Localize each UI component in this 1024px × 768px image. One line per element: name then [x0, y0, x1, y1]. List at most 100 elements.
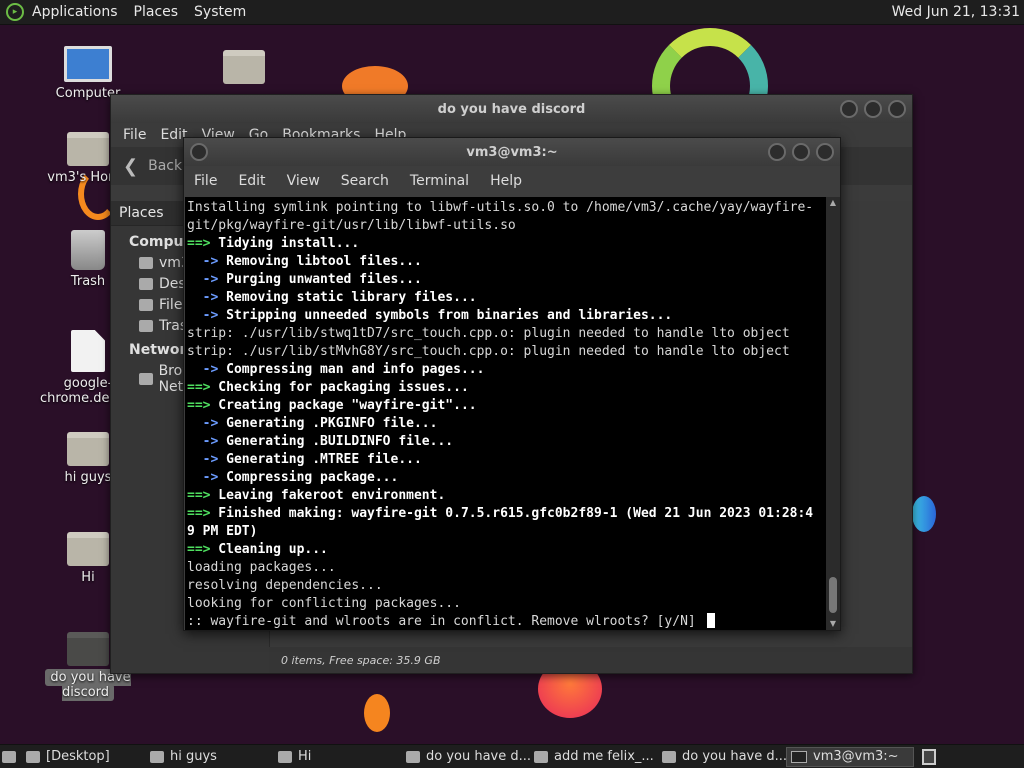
bottom-taskbar: [Desktop] hi guys Hi do you have d... ad…	[0, 744, 1024, 768]
taskbar-item[interactable]: hi guys	[146, 747, 274, 767]
terminal-line-text: Removing static library files...	[218, 290, 477, 305]
terminal-line: ==> Finished making: wayfire-git 0.7.5.r…	[187, 505, 826, 523]
menu-file[interactable]: File	[123, 127, 146, 143]
terminal-line: -> Generating .MTREE file...	[187, 451, 826, 469]
desktop-icon-label: Hi	[81, 570, 95, 585]
terminal-line-prefix: ->	[187, 416, 219, 431]
terminal-line: -> Removing static library files...	[187, 289, 826, 307]
terminal-line: resolving dependencies...	[187, 577, 826, 595]
folder-icon	[26, 750, 40, 763]
folder-icon	[67, 432, 109, 466]
terminal-line-text: resolving dependencies...	[187, 578, 383, 593]
workspace-switcher[interactable]	[922, 748, 936, 765]
terminal-line-text: Compressing man and info pages...	[218, 362, 485, 377]
back-arrow-icon[interactable]: ❮	[123, 156, 138, 177]
applications-menu[interactable]: Applications	[32, 4, 118, 20]
terminal-line-text: strip: ./usr/lib/stwq1tD7/src_touch.cpp.…	[187, 326, 790, 341]
top-panel: ▸ Applications Places System Wed Jun 21,…	[0, 0, 1024, 25]
terminal-line-prefix: ->	[187, 434, 219, 449]
menu-edit[interactable]: Edit	[238, 173, 265, 189]
terminal-line-prefix: ==>	[187, 488, 211, 503]
scroll-down-arrow-icon[interactable]: ▼	[826, 618, 840, 630]
close-button[interactable]	[816, 143, 834, 161]
terminal-line: loading packages...	[187, 559, 826, 577]
status-bar: 0 items, Free space: 35.9 GB	[269, 647, 912, 673]
scroll-up-arrow-icon[interactable]: ▲	[826, 197, 840, 209]
trash-icon	[139, 320, 153, 332]
minimize-button[interactable]	[840, 100, 858, 118]
show-desktop-icon	[2, 750, 16, 763]
file-icon	[71, 330, 105, 372]
taskbar-item[interactable]: do you have d...	[402, 747, 530, 767]
terminal-line-text: Leaving fakeroot environment.	[210, 488, 446, 503]
places-menu[interactable]: Places	[134, 4, 179, 20]
terminal-scrollbar[interactable]: ▲ ▼	[826, 197, 840, 630]
show-desktop-button[interactable]	[0, 747, 22, 767]
computer-icon	[64, 46, 112, 82]
terminal-line: -> Removing libtool files...	[187, 253, 826, 271]
taskbar-item-active[interactable]: vm3@vm3:~	[786, 746, 914, 767]
desktop-icon-folder[interactable]	[196, 50, 292, 88]
terminal-line-prefix: ->	[187, 452, 219, 467]
menu-help[interactable]: Help	[490, 173, 522, 189]
minimize-button[interactable]	[768, 143, 786, 161]
terminal-line-text: git/pkg/wayfire-git/usr/lib/libwf-utils.…	[187, 218, 516, 233]
menu-view[interactable]: View	[287, 173, 320, 189]
terminal-line: -> Generating .BUILDINFO file...	[187, 433, 826, 451]
system-menu[interactable]: System	[194, 4, 246, 20]
window-menu-button[interactable]	[190, 143, 208, 161]
folder-icon	[662, 750, 676, 763]
close-button[interactable]	[888, 100, 906, 118]
folder-icon	[406, 750, 420, 763]
terminal-line: git/pkg/wayfire-git/usr/lib/libwf-utils.…	[187, 217, 826, 235]
terminal-line: -> Purging unwanted files...	[187, 271, 826, 289]
terminal-line-text: 9 PM EDT)	[187, 524, 258, 539]
terminal-line-text: Generating .BUILDINFO file...	[218, 434, 454, 449]
terminal-line-text: strip: ./usr/lib/stMvhG8Y/src_touch.cpp.…	[187, 344, 790, 359]
desktop-icon-computer[interactable]: Computer	[40, 46, 136, 101]
taskbar-item[interactable]: do you have d...	[658, 747, 786, 767]
terminal-line-prefix: ->	[187, 362, 219, 377]
maximize-button[interactable]	[792, 143, 810, 161]
taskbar-item[interactable]: Hi	[274, 747, 402, 767]
menu-file[interactable]: File	[194, 173, 217, 189]
terminal-output[interactable]: Installing symlink pointing to libwf-uti…	[185, 197, 826, 630]
terminal-line: :: wayfire-git and wlroots are in confli…	[187, 613, 826, 630]
menu-logo-icon[interactable]: ▸	[6, 3, 24, 21]
terminal-line-prefix: ==>	[187, 506, 211, 521]
desktop-icon-label: hi guys	[64, 470, 112, 485]
file-manager-titlebar[interactable]: do you have discord	[111, 95, 912, 123]
folder-icon	[223, 50, 265, 84]
taskbar-item[interactable]: add me felix_...	[530, 747, 658, 767]
folder-icon	[67, 632, 109, 666]
terminal-line-prefix: ->	[187, 272, 219, 287]
menu-search[interactable]: Search	[341, 173, 389, 189]
terminal-line: Installing symlink pointing to libwf-uti…	[187, 199, 826, 217]
back-button[interactable]: Back	[148, 158, 182, 174]
terminal-line: 9 PM EDT)	[187, 523, 826, 541]
menu-terminal[interactable]: Terminal	[410, 173, 469, 189]
terminal-line-text: Creating package "wayfire-git"...	[210, 398, 477, 413]
terminal-line-text: Purging unwanted files...	[218, 272, 422, 287]
terminal-line-text: :: wayfire-git and wlroots are in confli…	[187, 614, 704, 629]
home-icon	[139, 257, 153, 269]
terminal-titlebar[interactable]: vm3@vm3:~	[184, 138, 840, 166]
terminal-icon	[791, 750, 807, 763]
terminal-line-prefix: ->	[187, 308, 219, 323]
window-title: do you have discord	[437, 101, 586, 117]
terminal-line-text: looking for conflicting packages...	[187, 596, 461, 611]
taskbar-item[interactable]: [Desktop]	[22, 747, 146, 767]
terminal-line: strip: ./usr/lib/stwq1tD7/src_touch.cpp.…	[187, 325, 826, 343]
terminal-line-text: Generating .PKGINFO file...	[218, 416, 438, 431]
terminal-window: vm3@vm3:~ File Edit View Search Terminal…	[183, 137, 841, 631]
terminal-line-prefix: ==>	[187, 380, 211, 395]
terminal-line-text: Compressing package...	[218, 470, 399, 485]
scrollbar-thumb[interactable]	[829, 577, 837, 613]
terminal-line: -> Stripping unneeded symbols from binar…	[187, 307, 826, 325]
terminal-line-text: Stripping unneeded symbols from binaries…	[218, 308, 673, 323]
clock[interactable]: Wed Jun 21, 13:31	[892, 4, 1020, 20]
maximize-button[interactable]	[864, 100, 882, 118]
terminal-line: ==> Leaving fakeroot environment.	[187, 487, 826, 505]
home-folder-icon	[67, 132, 109, 166]
terminal-cursor	[706, 613, 715, 628]
